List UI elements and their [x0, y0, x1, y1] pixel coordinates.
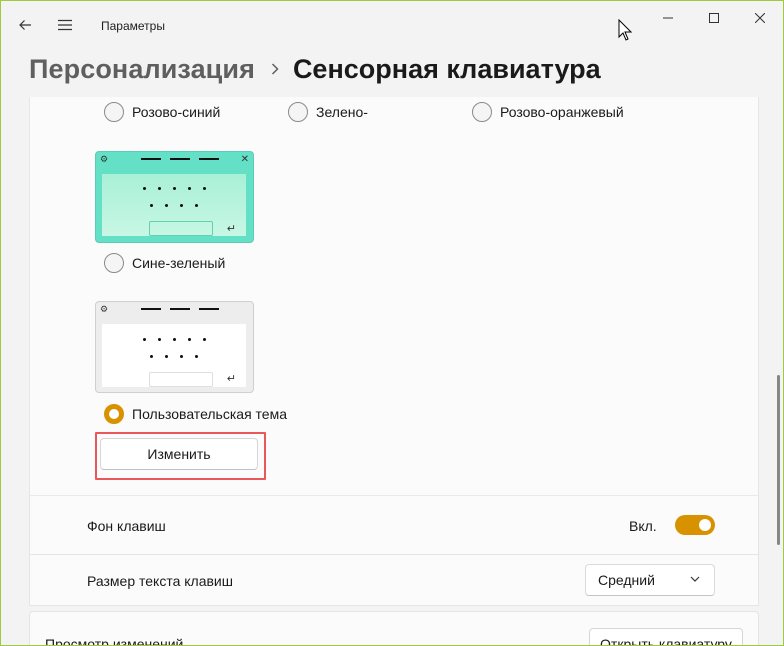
chevron-down-icon — [690, 576, 700, 582]
maximize-icon — [709, 13, 719, 23]
minimize-icon — [663, 17, 673, 19]
settings-window: Параметры Персонализация Сенсорная клави… — [0, 0, 784, 646]
enter-key-icon: ↵ — [226, 373, 236, 385]
preview-suggestion-bar — [141, 158, 219, 160]
theme-option-blue-green[interactable]: Сине-зеленый — [104, 251, 225, 275]
toggle-state-label: Вкл. — [629, 518, 657, 534]
theme-option-custom[interactable]: Пользовательская тема — [104, 402, 287, 426]
breadcrumb: Персонализация Сенсорная клавиатура — [29, 49, 601, 89]
back-arrow-icon — [19, 20, 31, 30]
key-text-size-row: Размер текста клавиш Средний — [29, 554, 759, 606]
radio-button[interactable] — [472, 102, 492, 122]
theme-label: Сине-зеленый — [132, 255, 226, 271]
preview-changes-row: Просмотр изменений Открыть клавиатуру — [29, 611, 759, 646]
app-title: Параметры — [101, 19, 165, 33]
preview-keyboard: ↵ — [102, 174, 246, 236]
close-icon: ✕ — [240, 154, 249, 165]
gear-icon: ⚙ — [100, 154, 109, 164]
close-icon — [755, 13, 765, 23]
theme-option-pink-orange[interactable]: Розово-оранжевый — [472, 100, 624, 124]
preview-keys-row — [102, 355, 246, 358]
hamburger-icon — [58, 19, 72, 31]
theme-preview-custom[interactable]: ⚙ ↵ — [95, 301, 254, 393]
toggle-knob — [699, 519, 711, 531]
back-button[interactable] — [5, 5, 45, 45]
preview-keys-row — [102, 204, 246, 207]
preview-spacebar — [149, 221, 213, 236]
theme-option-green[interactable]: Зелено- — [288, 100, 368, 124]
preview-spacebar — [149, 372, 213, 387]
minimize-button[interactable] — [645, 1, 691, 35]
gear-icon: ⚙ — [100, 304, 109, 314]
radio-button[interactable] — [288, 102, 308, 122]
key-background-label: Фон клавиш — [87, 518, 166, 534]
theme-label: Пользовательская тема — [132, 406, 287, 422]
theme-label: Розово-синий — [132, 104, 221, 120]
chevron-right-icon — [271, 63, 279, 75]
theme-label: Розово-оранжевый — [500, 104, 624, 120]
key-text-size-label: Размер текста клавиш — [87, 573, 233, 589]
preview-suggestion-bar — [141, 308, 219, 310]
radio-button-selected[interactable] — [104, 404, 124, 424]
close-button[interactable] — [737, 1, 783, 35]
preview-keys-row — [102, 338, 246, 341]
radio-button[interactable] — [104, 253, 124, 273]
open-keyboard-button[interactable]: Открыть клавиатуру — [589, 628, 743, 645]
dropdown-value: Средний — [598, 572, 655, 588]
preview-changes-label: Просмотр изменений — [45, 636, 184, 646]
edit-theme-button[interactable]: Изменить — [100, 438, 258, 470]
mouse-cursor-icon — [618, 19, 632, 41]
key-background-row: Фон клавиш Вкл. — [29, 495, 759, 555]
page-title: Сенсорная клавиатура — [292, 53, 601, 84]
enter-key-icon: ↵ — [226, 223, 236, 235]
radio-button[interactable] — [104, 102, 124, 122]
theme-preview-blue-green[interactable]: ⚙ ✕ ↵ — [95, 151, 254, 243]
maximize-button[interactable] — [691, 1, 737, 35]
theme-label: Зелено- — [316, 104, 368, 120]
nav-menu-button[interactable] — [45, 5, 85, 45]
key-background-toggle[interactable] — [675, 515, 715, 535]
theme-option-pink-blue[interactable]: Розово-синий — [104, 100, 220, 124]
breadcrumb-parent-link[interactable]: Персонализация — [29, 54, 255, 85]
title-bar: Параметры — [1, 1, 783, 49]
key-text-size-dropdown[interactable]: Средний — [585, 564, 715, 596]
preview-keys-row — [102, 187, 246, 190]
scrollbar-thumb[interactable] — [777, 375, 780, 545]
preview-keyboard: ↵ — [102, 324, 246, 387]
